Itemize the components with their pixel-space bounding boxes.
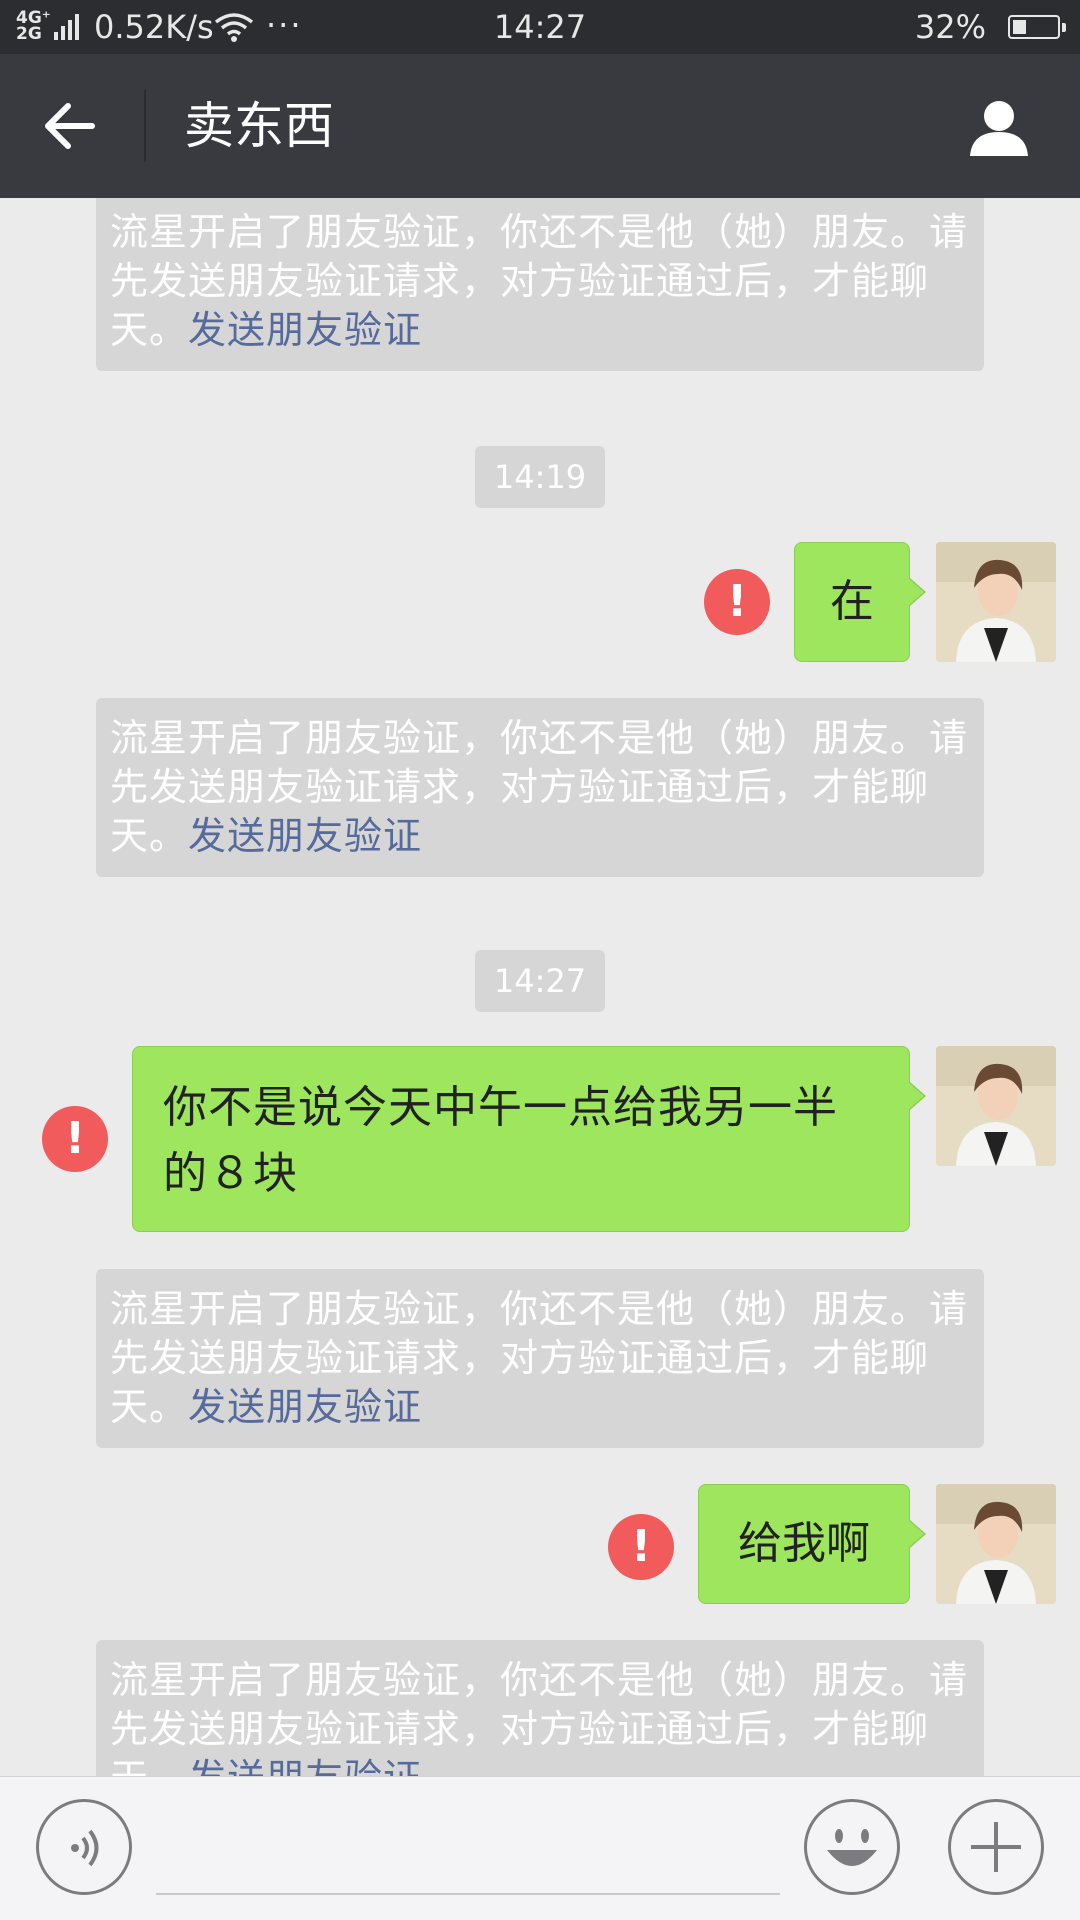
chat-header: 卖东西	[0, 54, 1080, 198]
status-bar: 4G⁺ 2G 0.52K/s ··· 14:27 32%	[0, 0, 1080, 54]
send-verification-link[interactable]: 发送朋友验证	[188, 308, 422, 352]
message-text: 你不是说今天中午一点给我另一半的８块	[163, 1082, 838, 1199]
chat-title: 卖东西	[184, 97, 334, 155]
message-text: 给我啊	[738, 1518, 870, 1569]
send-failed-icon[interactable]: !	[608, 1514, 674, 1580]
avatar[interactable]	[936, 542, 1056, 662]
smiley-icon	[827, 1829, 877, 1866]
header-divider	[144, 90, 146, 162]
message-text: 在	[830, 576, 874, 627]
message-input[interactable]	[156, 1893, 780, 1895]
battery-percent: 32%	[914, 8, 986, 46]
person-icon[interactable]	[968, 96, 1030, 158]
system-notice: 流星开启了朋友验证，你还不是他（她）朋友。请先发送朋友验证请求，对方验证通过后，…	[96, 698, 984, 877]
system-notice: 流星开启了朋友验证，你还不是他（她）朋友。请先发送朋友验证请求，对方验证通过后，…	[96, 198, 984, 371]
avatar-image	[936, 542, 1056, 662]
voice-button[interactable]	[36, 1799, 132, 1895]
arrow-left-icon[interactable]	[40, 96, 100, 156]
send-failed-icon[interactable]: !	[704, 569, 770, 635]
message-list[interactable]: 流星开启了朋友验证，你还不是他（她）朋友。请先发送朋友验证请求，对方验证通过后，…	[0, 198, 1080, 1776]
send-failed-icon[interactable]: !	[42, 1106, 108, 1172]
avatar[interactable]	[936, 1046, 1056, 1166]
message-bubble[interactable]: 你不是说今天中午一点给我另一半的８块	[132, 1046, 926, 1232]
timestamp: 14:27	[475, 950, 605, 1012]
message-bubble[interactable]: 给我啊	[698, 1484, 926, 1604]
timestamp: 14:19	[475, 446, 605, 508]
battery-icon	[1008, 15, 1066, 39]
avatar-image	[936, 1046, 1056, 1166]
send-verification-link[interactable]: 发送朋友验证	[188, 1756, 422, 1776]
send-verification-link[interactable]: 发送朋友验证	[188, 1385, 422, 1429]
voice-icon	[71, 1829, 99, 1867]
emoji-button[interactable]	[804, 1799, 900, 1895]
system-notice: 流星开启了朋友验证，你还不是他（她）朋友。请先发送朋友验证请求，对方验证通过后，…	[96, 1269, 984, 1448]
avatar-image	[936, 1484, 1056, 1604]
more-button[interactable]	[948, 1799, 1044, 1895]
avatar[interactable]	[936, 1484, 1056, 1604]
plus-icon	[971, 1822, 1021, 1872]
send-verification-link[interactable]: 发送朋友验证	[188, 814, 422, 858]
input-bar	[0, 1776, 1080, 1920]
system-notice: 流星开启了朋友验证，你还不是他（她）朋友。请先发送朋友验证请求，对方验证通过后，…	[96, 1640, 984, 1776]
message-bubble[interactable]: 在	[794, 542, 926, 662]
